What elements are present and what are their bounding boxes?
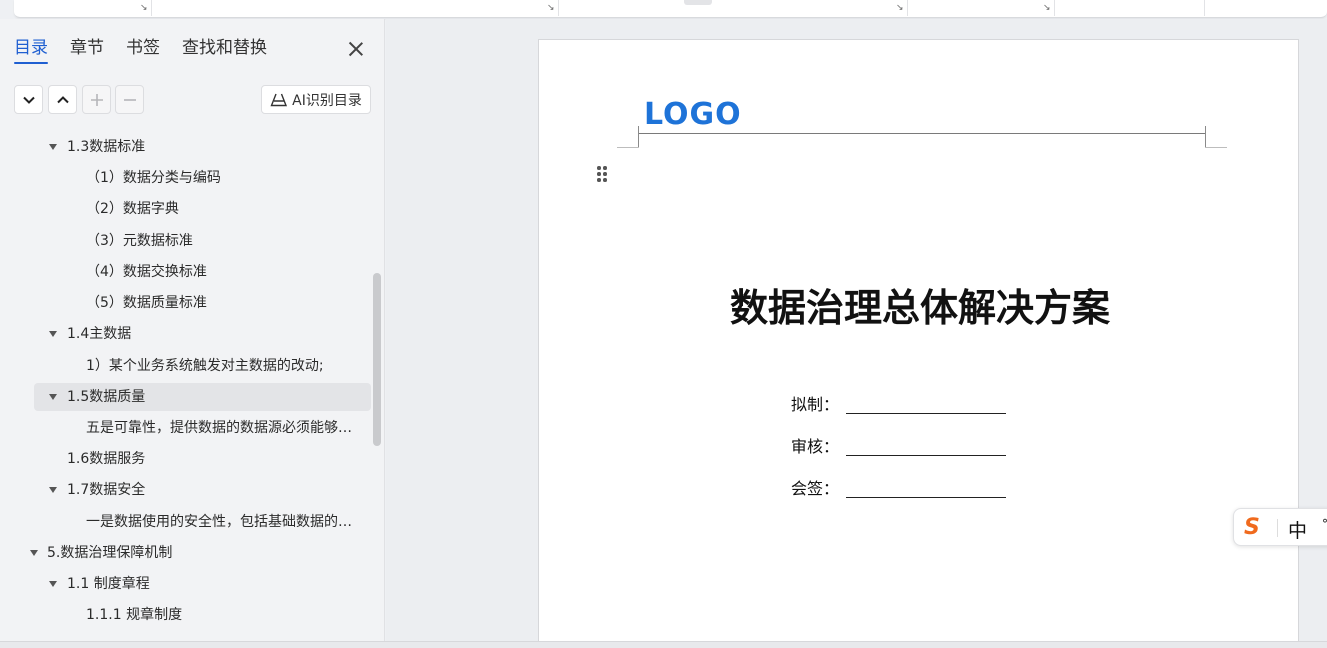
caret-down-icon[interactable]	[49, 487, 57, 493]
toc-item[interactable]: （2）数据字典	[34, 195, 372, 223]
signature-label-review: 审核：	[791, 437, 840, 456]
toc-item[interactable]: 1.7数据安全	[34, 476, 372, 504]
signature-line[interactable]	[846, 455, 1006, 456]
group-expand-icon[interactable]: ↘	[1043, 4, 1052, 13]
toc-item[interactable]: 一是数据使用的安全性，包括基础数据的…	[34, 508, 372, 536]
toc-item[interactable]: （4）数据交换标准	[34, 258, 372, 286]
ribbon-separator	[1054, 0, 1055, 16]
navigation-pane: 目录 章节 书签 查找和替换 AI识别目录 1.3数据标准 （1）数据分类与编码	[0, 19, 385, 641]
remove-entry-button[interactable]	[115, 85, 144, 114]
close-pane-icon[interactable]	[346, 39, 366, 59]
toc-item-label: 1.1 制度章程	[67, 576, 150, 592]
status-bar	[0, 641, 1327, 648]
drag-handle-icon[interactable]	[596, 166, 608, 184]
tab-chapters[interactable]: 章节	[70, 37, 104, 64]
ribbon-separator	[1204, 0, 1205, 16]
toc-item[interactable]: 5.数据治理保障机制	[14, 539, 372, 567]
toc-toolbar: AI识别目录	[14, 85, 374, 115]
ime-mode-toggle[interactable]: 中	[1288, 516, 1307, 543]
toc-item[interactable]: （1）数据分类与编码	[34, 164, 372, 192]
expand-level-button[interactable]	[14, 85, 43, 114]
ribbon-handle[interactable]	[684, 0, 712, 5]
toc-item-label: 1.1.1 规章制度	[86, 607, 183, 623]
toc-item-label: 1.3数据标准	[67, 139, 146, 155]
ribbon-separator	[558, 0, 559, 16]
caret-down-icon[interactable]	[49, 581, 57, 587]
toc-item-label: 1.6数据服务	[67, 451, 146, 467]
toc-item-label: （3）元数据标准	[86, 233, 193, 249]
ime-toolbar[interactable]: S 中 °	[1233, 508, 1327, 546]
toc-item-label: 五是可靠性，提供数据的数据源必须能够…	[86, 420, 352, 436]
toc-item-label: 1.5数据质量	[67, 389, 146, 405]
group-expand-icon[interactable]: ↘	[547, 4, 556, 13]
minus-icon	[123, 98, 136, 101]
toc-item-label: 1.7数据安全	[67, 482, 146, 498]
toc-item[interactable]: 1.1.1 规章制度	[34, 601, 372, 629]
chevron-down-icon	[22, 96, 35, 104]
signature-label-draft: 拟制：	[791, 395, 840, 414]
signature-line[interactable]	[846, 497, 1006, 498]
toc-item[interactable]: 1.4主数据	[34, 320, 372, 348]
toc-item-label: 一是数据使用的安全性，包括基础数据的…	[86, 514, 352, 530]
sogou-logo-icon[interactable]: S	[1244, 515, 1260, 540]
add-entry-button[interactable]	[82, 85, 111, 114]
header-margin-mark	[1205, 126, 1206, 148]
ribbon-toolbar: ↘ ↘ ↘ ↘	[14, 0, 1327, 18]
caret-down-icon[interactable]	[30, 550, 38, 556]
document-title[interactable]: 数据治理总体解决方案	[600, 277, 1240, 332]
toc-item[interactable]: 五是可靠性，提供数据的数据源必须能够…	[34, 414, 372, 442]
toc-item-label: （1）数据分类与编码	[86, 170, 221, 186]
toc-item[interactable]: （5）数据质量标准	[34, 289, 372, 317]
tab-bookmarks[interactable]: 书签	[126, 37, 160, 64]
chevron-up-icon	[56, 95, 69, 103]
ribbon-separator	[151, 0, 152, 16]
toc-scrollbar[interactable]	[373, 273, 381, 446]
toc-item[interactable]: 1.3数据标准	[34, 133, 372, 161]
ime-separator	[1277, 519, 1278, 537]
toc-item-label: 1.4主数据	[67, 326, 132, 342]
toc-item[interactable]: 1.1 制度章程	[34, 570, 372, 598]
toc-item-label: （5）数据质量标准	[86, 295, 207, 311]
plus-icon	[90, 93, 103, 106]
ai-button-label: AI识别目录	[292, 92, 362, 109]
header-margin-mark	[617, 147, 639, 148]
toc-item-label: 1）某个业务系统触发对主数据的改动;	[86, 358, 324, 374]
ribbon-separator	[907, 0, 908, 16]
caret-down-icon[interactable]	[49, 144, 57, 150]
nav-tabs: 目录 章节 书签 查找和替换	[14, 37, 267, 67]
tab-toc[interactable]: 目录	[14, 37, 48, 64]
tab-find-replace[interactable]: 查找和替换	[182, 37, 267, 64]
toc-item[interactable]: 1.6数据服务	[34, 445, 372, 473]
toc-item[interactable]: 1）某个业务系统触发对主数据的改动;	[34, 352, 372, 380]
toc-item-label: 5.数据治理保障机制	[47, 545, 173, 561]
header-margin-mark	[638, 126, 639, 148]
toc-item-label: （2）数据字典	[86, 201, 179, 217]
toc-item-label: （4）数据交换标准	[86, 264, 207, 280]
collapse-level-button[interactable]	[48, 85, 77, 114]
caret-down-icon[interactable]	[49, 331, 57, 337]
ai-recognize-toc-button[interactable]: AI识别目录	[261, 85, 371, 114]
toc-item-selected[interactable]: 1.5数据质量	[34, 383, 371, 411]
header-logo: LOGO	[644, 97, 742, 132]
header-rule	[638, 133, 1206, 134]
ai-flask-icon	[270, 93, 288, 106]
signature-label-countersign: 会签：	[791, 479, 840, 498]
signature-line[interactable]	[846, 413, 1006, 414]
header-margin-mark	[1205, 147, 1227, 148]
ime-punctuation-toggle[interactable]: °	[1322, 517, 1327, 531]
caret-down-icon[interactable]	[49, 394, 57, 400]
toc-item[interactable]: （3）元数据标准	[34, 227, 372, 255]
group-expand-icon[interactable]: ↘	[140, 4, 149, 13]
group-expand-icon[interactable]: ↘	[896, 4, 905, 13]
